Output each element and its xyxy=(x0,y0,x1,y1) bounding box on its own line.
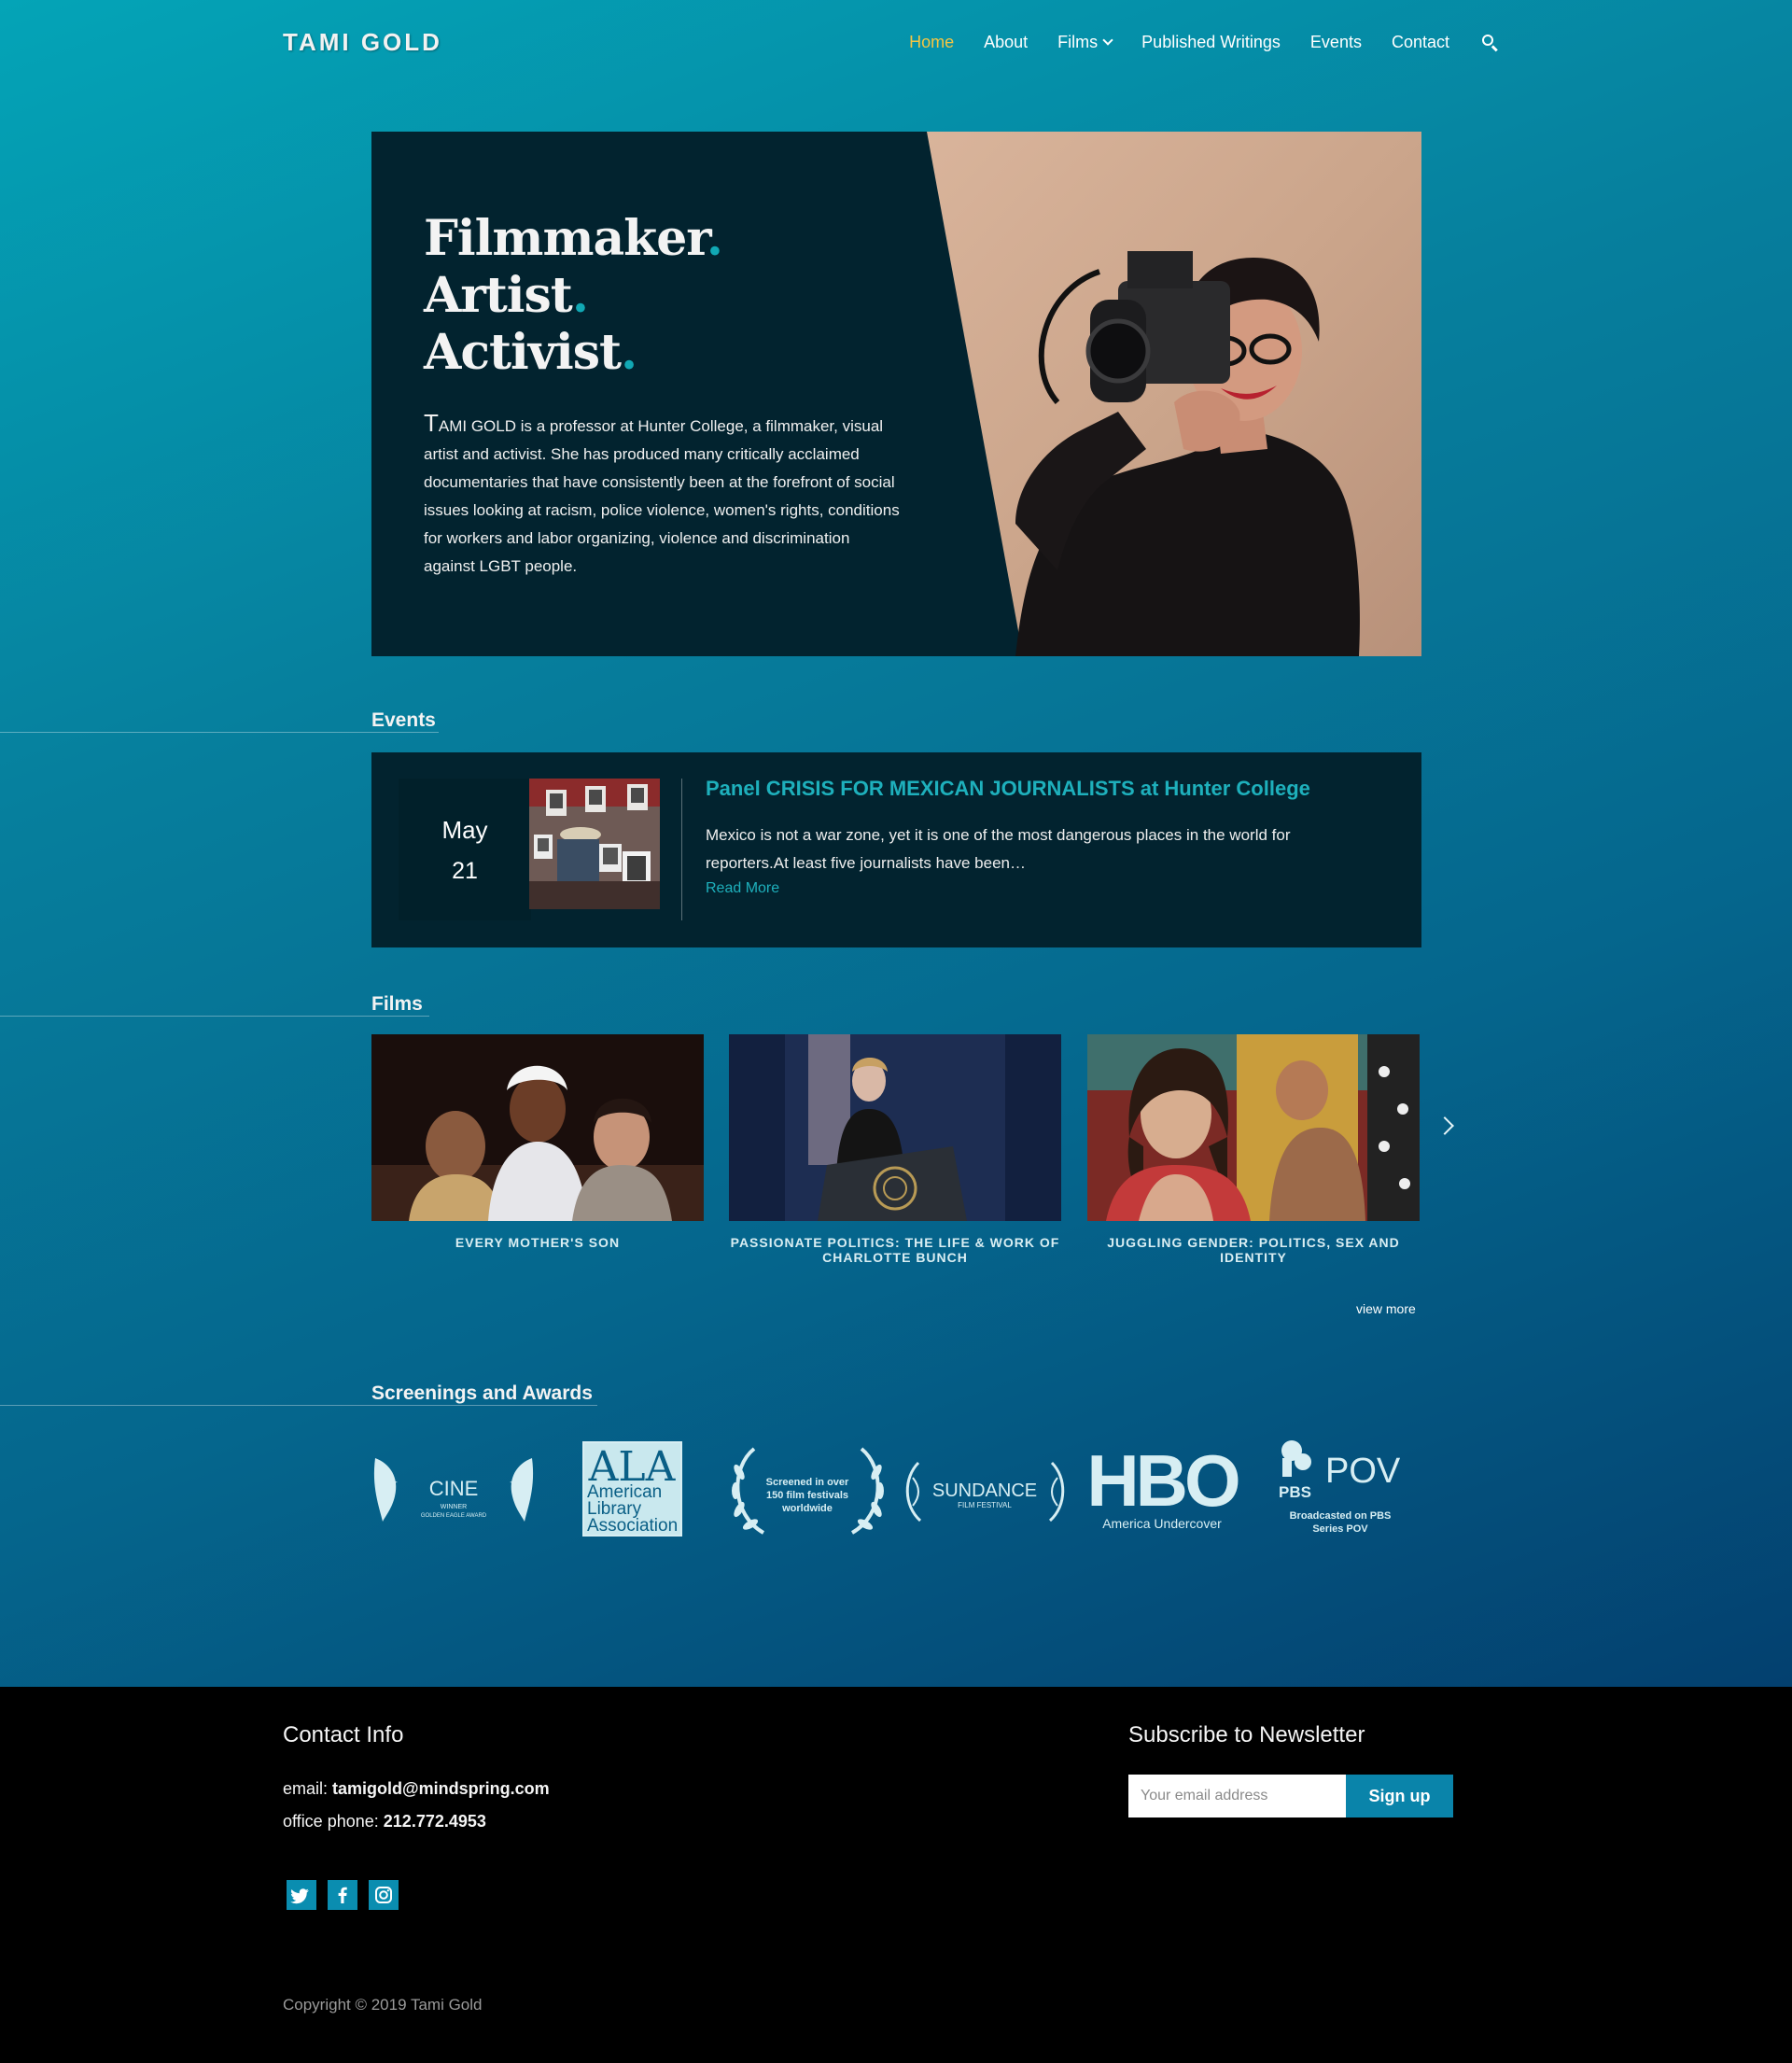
contact-info-title: Contact Info xyxy=(283,1722,404,1747)
ala-line: Association xyxy=(587,1516,678,1536)
films-view-more-link[interactable]: view more xyxy=(1356,1301,1416,1316)
films-section-title: Films xyxy=(371,993,423,1015)
email-value[interactable]: tamigold@mindspring.com xyxy=(332,1779,550,1798)
headline-dot: . xyxy=(571,267,589,324)
laurel-line: Screened in over xyxy=(766,1477,849,1488)
newsletter-email-input[interactable] xyxy=(1128,1775,1346,1817)
twitter-icon[interactable] xyxy=(287,1880,316,1910)
contact-email: email: tamigold@mindspring.com xyxy=(283,1779,550,1799)
hero-headline: Filmmaker. Artist. Activist. xyxy=(424,210,900,381)
sundance-text: SUNDANCE xyxy=(932,1481,1037,1501)
site-footer xyxy=(0,1687,1792,2063)
chevron-down-icon xyxy=(1102,34,1113,46)
sundance-logo: SUNDANCE FILM FESTIVAL xyxy=(903,1459,1067,1524)
sundance-sub: FILM FESTIVAL xyxy=(958,1501,1012,1509)
site-logo[interactable]: TAMI GOLD xyxy=(283,28,442,57)
hero-text-block: Filmmaker. Artist. Activist. TAMI GOLD i… xyxy=(424,210,900,581)
newsletter-title: Subscribe to Newsletter xyxy=(1128,1722,1365,1747)
nav-films-label: Films xyxy=(1057,32,1099,51)
main-nav: Home About Films Published Writings Even… xyxy=(879,32,1500,52)
film-card[interactable]: EVERY MOTHER'S SON xyxy=(371,1034,704,1250)
laurel-line: 150 film festivals xyxy=(766,1490,848,1501)
signup-button[interactable]: Sign up xyxy=(1346,1775,1453,1817)
event-read-more-link[interactable]: Read More xyxy=(706,880,779,897)
nav-published-writings[interactable]: Published Writings xyxy=(1141,33,1281,52)
contact-phone: office phone: 212.772.4953 xyxy=(283,1812,486,1831)
event-divider xyxy=(681,779,682,920)
hero-dropcap: T xyxy=(424,409,439,437)
hero-bio-text: AMI GOLD is a professor at Hunter Colleg… xyxy=(424,417,900,575)
events-divider-line xyxy=(0,732,439,733)
nav-films[interactable]: Films xyxy=(1057,32,1113,52)
cine-text: CINE xyxy=(429,1477,479,1500)
search-icon[interactable] xyxy=(1479,32,1500,52)
films-divider-line xyxy=(0,1016,429,1017)
cine-winner: WINNER xyxy=(441,1504,467,1510)
event-thumbnail[interactable] xyxy=(529,779,660,909)
pbs-line: Broadcasted on PBS xyxy=(1290,1510,1392,1522)
pbs-line: Series POV xyxy=(1312,1523,1368,1535)
hero-bio: TAMI GOLD is a professor at Hunter Colle… xyxy=(424,409,900,581)
headline-filmmaker: Filmmaker xyxy=(424,210,707,267)
pbs-text: PBS xyxy=(1279,1483,1311,1501)
laurel-line: worldwide xyxy=(781,1503,833,1514)
awards-section-title: Screenings and Awards xyxy=(371,1382,593,1404)
film-thumbnail[interactable] xyxy=(371,1034,704,1221)
phone-label: office phone: xyxy=(283,1812,379,1831)
cine-golden-eagle-logo: CINE WINNER GOLDEN EAGLE AWARD xyxy=(371,1454,536,1525)
pbs-pov-logo: PBS POV Broadcasted on PBS Series POV xyxy=(1273,1439,1408,1540)
nav-contact[interactable]: Contact xyxy=(1392,33,1449,52)
headline-artist: Artist xyxy=(424,267,573,324)
cine-award: GOLDEN EAGLE AWARD xyxy=(421,1513,487,1519)
event-month: May xyxy=(441,816,488,844)
awards-divider-line xyxy=(0,1405,597,1406)
phone-value[interactable]: 212.772.4953 xyxy=(384,1812,486,1831)
headline-dot: . xyxy=(706,210,723,267)
film-thumbnail[interactable] xyxy=(729,1034,1061,1221)
nav-about[interactable]: About xyxy=(984,33,1028,52)
hero-banner: Filmmaker. Artist. Activist. TAMI GOLD i… xyxy=(371,132,1421,656)
headline-activist: Activist xyxy=(424,324,622,381)
film-title[interactable]: EVERY MOTHER'S SON xyxy=(371,1235,704,1250)
hbo-sub: America Undercover xyxy=(1102,1516,1222,1531)
event-title-link[interactable]: Panel CRISIS FOR MEXICAN JOURNALISTS at … xyxy=(706,777,1310,801)
ala-logo: ALA American Library Association xyxy=(582,1441,682,1537)
email-label: email: xyxy=(283,1779,329,1798)
event-description: Mexico is not a war zone, yet it is one … xyxy=(706,826,1291,872)
facebook-icon[interactable] xyxy=(328,1880,357,1910)
site-header: TAMI GOLD Home About Films Published Wri… xyxy=(0,0,1792,89)
film-card[interactable]: PASSIONATE POLITICS: THE LIFE & WORK OF … xyxy=(729,1034,1061,1265)
film-card[interactable]: JUGGLING GENDER: POLITICS, SEX AND IDENT… xyxy=(1087,1034,1420,1265)
headline-dot: . xyxy=(621,324,637,381)
festivals-laurel-logo: Screened in over 150 film festivals worl… xyxy=(726,1444,889,1537)
film-title[interactable]: JUGGLING GENDER: POLITICS, SEX AND IDENT… xyxy=(1087,1235,1420,1265)
instagram-icon[interactable] xyxy=(369,1880,399,1910)
nav-home[interactable]: Home xyxy=(909,33,954,52)
events-section-title: Events xyxy=(371,709,436,731)
hbo-logo: HBO America Undercover xyxy=(1079,1444,1245,1536)
nav-events[interactable]: Events xyxy=(1310,33,1362,52)
copyright-text: Copyright © 2019 Tami Gold xyxy=(283,1996,483,2014)
event-card[interactable]: May 21 Panel CRISIS FOR MEXICAN JOURNALI… xyxy=(371,752,1421,947)
event-date-box: May 21 xyxy=(399,779,531,920)
event-day: 21 xyxy=(452,858,478,884)
film-title[interactable]: PASSIONATE POLITICS: THE LIFE & WORK OF … xyxy=(729,1235,1061,1265)
pov-text: POV xyxy=(1325,1452,1401,1491)
film-thumbnail[interactable] xyxy=(1087,1034,1420,1221)
hbo-text: HBO xyxy=(1086,1444,1239,1522)
